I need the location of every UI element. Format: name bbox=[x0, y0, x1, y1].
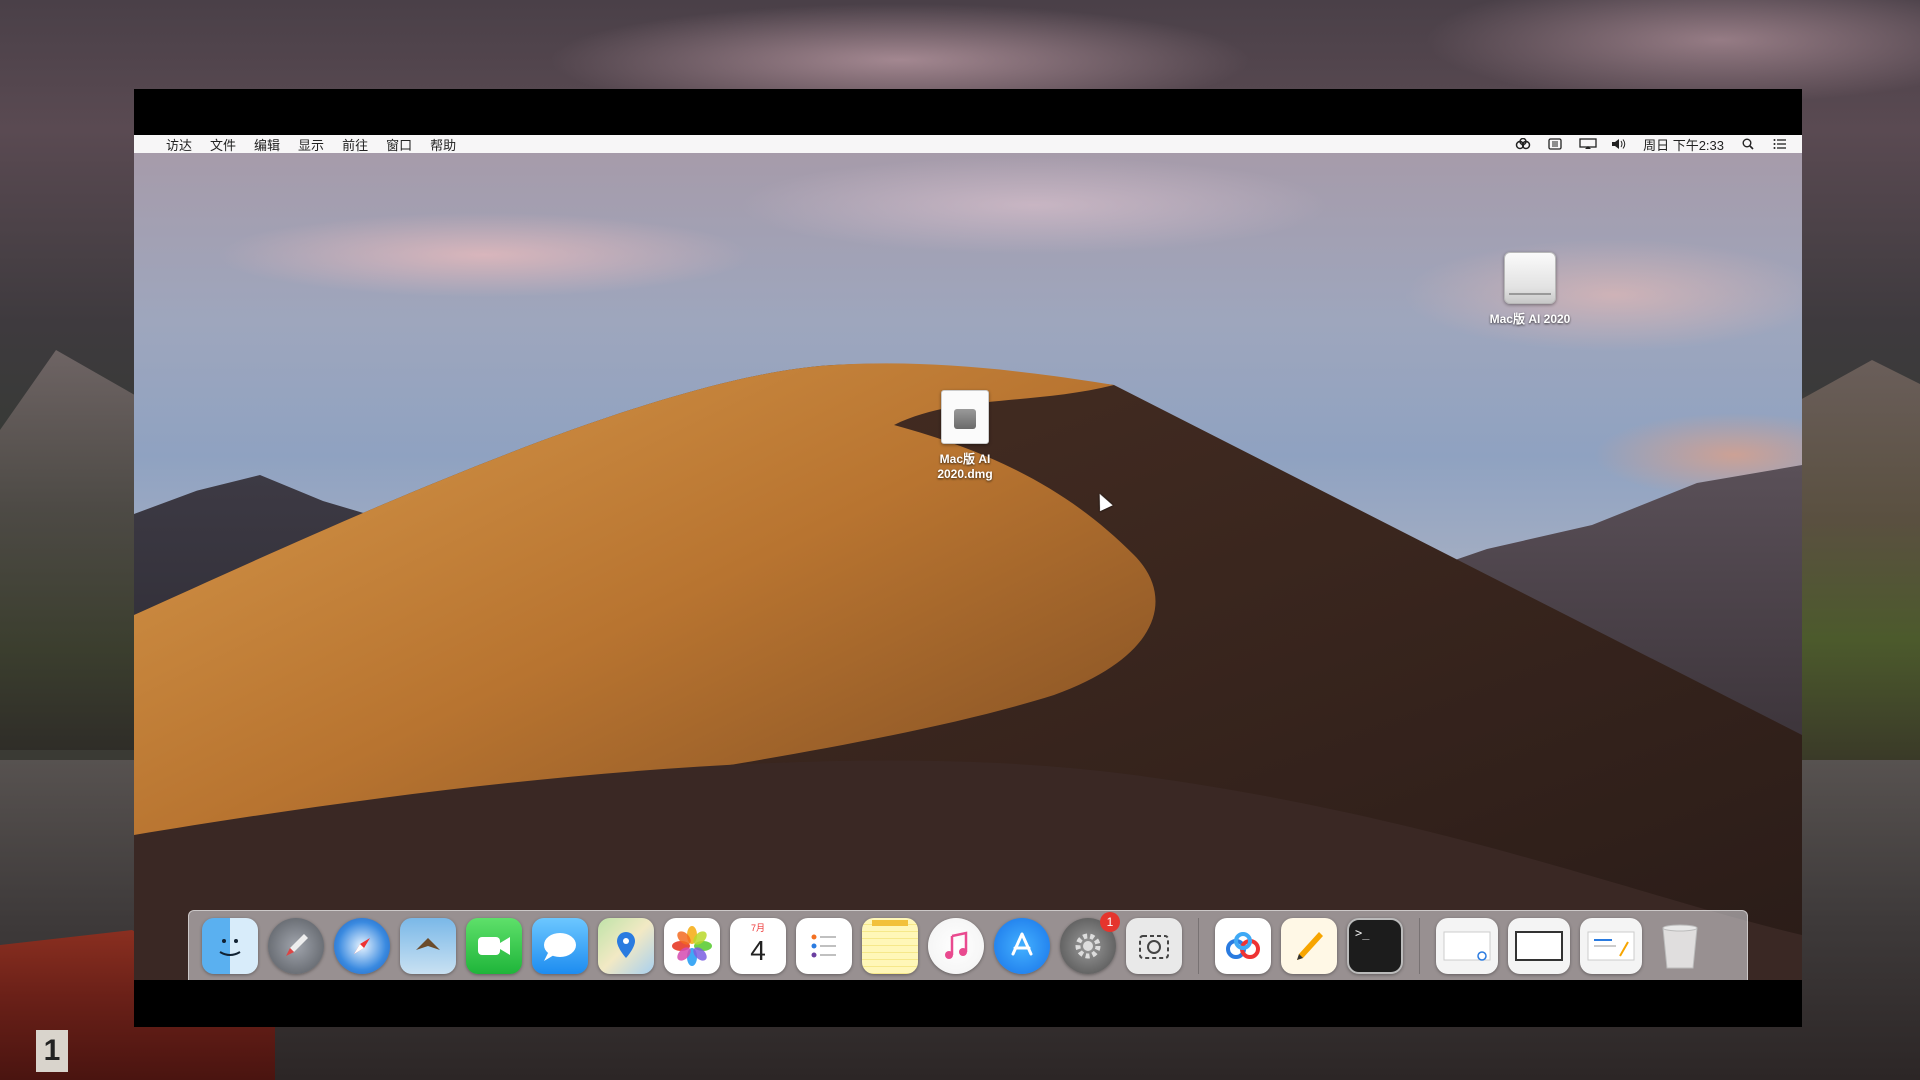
checklist-icon bbox=[811, 934, 836, 957]
window-thumbnail-icon bbox=[1443, 931, 1491, 961]
dock-terminal[interactable]: >_ bbox=[1347, 917, 1403, 974]
airplay-display-icon[interactable] bbox=[1579, 138, 1597, 150]
dock-messages[interactable] bbox=[532, 917, 588, 974]
pencil-icon bbox=[1297, 931, 1323, 960]
dmg-file-icon bbox=[941, 390, 989, 444]
dock-separator-2 bbox=[1419, 917, 1420, 974]
menu-finder[interactable]: 访达 bbox=[166, 135, 192, 154]
gear-icon bbox=[1075, 933, 1101, 958]
outer-mountain-left bbox=[0, 350, 140, 750]
calendar-month: 7月 bbox=[750, 922, 765, 933]
dock-app-store[interactable] bbox=[994, 917, 1050, 974]
dock-separator bbox=[1198, 917, 1199, 974]
menu-edit[interactable]: 编辑 bbox=[254, 135, 280, 154]
dock-reminders[interactable] bbox=[796, 917, 852, 974]
menu-go[interactable]: 前往 bbox=[342, 135, 368, 154]
boat-number: 1 bbox=[36, 1030, 68, 1072]
dock-mail-photo[interactable] bbox=[400, 917, 456, 974]
dmg-file-label-line1: Mac版 AI bbox=[939, 452, 991, 466]
dock-minimized-window-1[interactable] bbox=[1436, 917, 1498, 974]
dock-baidu-netdisk[interactable] bbox=[1215, 917, 1271, 974]
dmg-file-label-line2: 2020.dmg bbox=[937, 467, 993, 481]
camera-icon bbox=[1139, 934, 1169, 959]
dock-minimized-window-2[interactable] bbox=[1508, 917, 1570, 974]
dock: 7月 4 1 >_ bbox=[188, 910, 1748, 980]
dock-facetime[interactable] bbox=[466, 917, 522, 974]
dock-notes[interactable] bbox=[862, 917, 918, 974]
terminal-prompt: >_ bbox=[1355, 925, 1370, 940]
dock-photos[interactable] bbox=[664, 917, 720, 974]
finder-icon bbox=[219, 938, 241, 956]
mounted-drive-label: Mac版 AI 2020 bbox=[1489, 312, 1571, 326]
music-note-icon bbox=[945, 930, 968, 959]
menu-window[interactable]: 窗口 bbox=[386, 135, 412, 154]
dock-screenshot[interactable] bbox=[1126, 917, 1182, 974]
baidu-netdisk-icon bbox=[1226, 931, 1260, 959]
video-camera-icon bbox=[478, 936, 510, 955]
trash-icon bbox=[1662, 924, 1698, 968]
dock-finder[interactable] bbox=[202, 917, 258, 974]
dock-maps[interactable] bbox=[598, 917, 654, 974]
dock-launchpad[interactable] bbox=[268, 917, 324, 974]
menu-bar: 访达 文件 编辑 显示 前往 窗口 帮助 周日 下午2:33 bbox=[134, 135, 1802, 153]
mounted-drive-desktop-icon[interactable]: Mac版 AI 2020 bbox=[1480, 252, 1580, 327]
dock-safari[interactable] bbox=[334, 917, 390, 974]
clock[interactable]: 周日 下午2:33 bbox=[1643, 135, 1724, 154]
outer-mountain-right bbox=[1800, 360, 1920, 760]
baidu-netdisk-status-icon[interactable] bbox=[1515, 137, 1531, 150]
map-pin-icon bbox=[617, 931, 635, 958]
dock-trash[interactable] bbox=[1652, 918, 1708, 974]
menu-view[interactable]: 显示 bbox=[298, 135, 324, 154]
dmg-file-desktop-icon[interactable]: Mac版 AI 2020.dmg bbox=[925, 390, 1005, 481]
compass-icon bbox=[354, 937, 370, 954]
dock-minimized-window-3[interactable] bbox=[1580, 917, 1642, 974]
dock-system-preferences[interactable]: 1 bbox=[1060, 911, 1120, 974]
spotlight-search-icon[interactable] bbox=[1740, 138, 1756, 150]
system-preferences-badge: 1 bbox=[1100, 911, 1120, 932]
dock-pages[interactable] bbox=[1281, 917, 1337, 974]
menu-help[interactable]: 帮助 bbox=[430, 135, 456, 154]
notification-center-icon[interactable] bbox=[1772, 138, 1788, 150]
notepad-icon bbox=[872, 919, 908, 926]
chat-bubble-icon bbox=[544, 932, 576, 961]
window-thumbnail-icon bbox=[1515, 930, 1563, 961]
rocket-icon bbox=[286, 933, 308, 956]
disk-drive-icon bbox=[1504, 252, 1556, 304]
dock-calendar[interactable]: 7月 4 bbox=[730, 917, 786, 974]
app-store-icon bbox=[1011, 932, 1033, 955]
volume-icon[interactable] bbox=[1611, 138, 1627, 150]
menu-file[interactable]: 文件 bbox=[210, 135, 236, 154]
calendar-day: 4 bbox=[750, 934, 766, 966]
dock-itunes[interactable] bbox=[928, 917, 984, 974]
input-method-icon[interactable] bbox=[1547, 138, 1563, 150]
status-area: 周日 下午2:33 bbox=[1499, 135, 1788, 154]
eagle-stamp-icon bbox=[416, 937, 440, 950]
window-thumbnail-icon bbox=[1587, 931, 1635, 960]
photos-flower-icon bbox=[672, 925, 712, 966]
